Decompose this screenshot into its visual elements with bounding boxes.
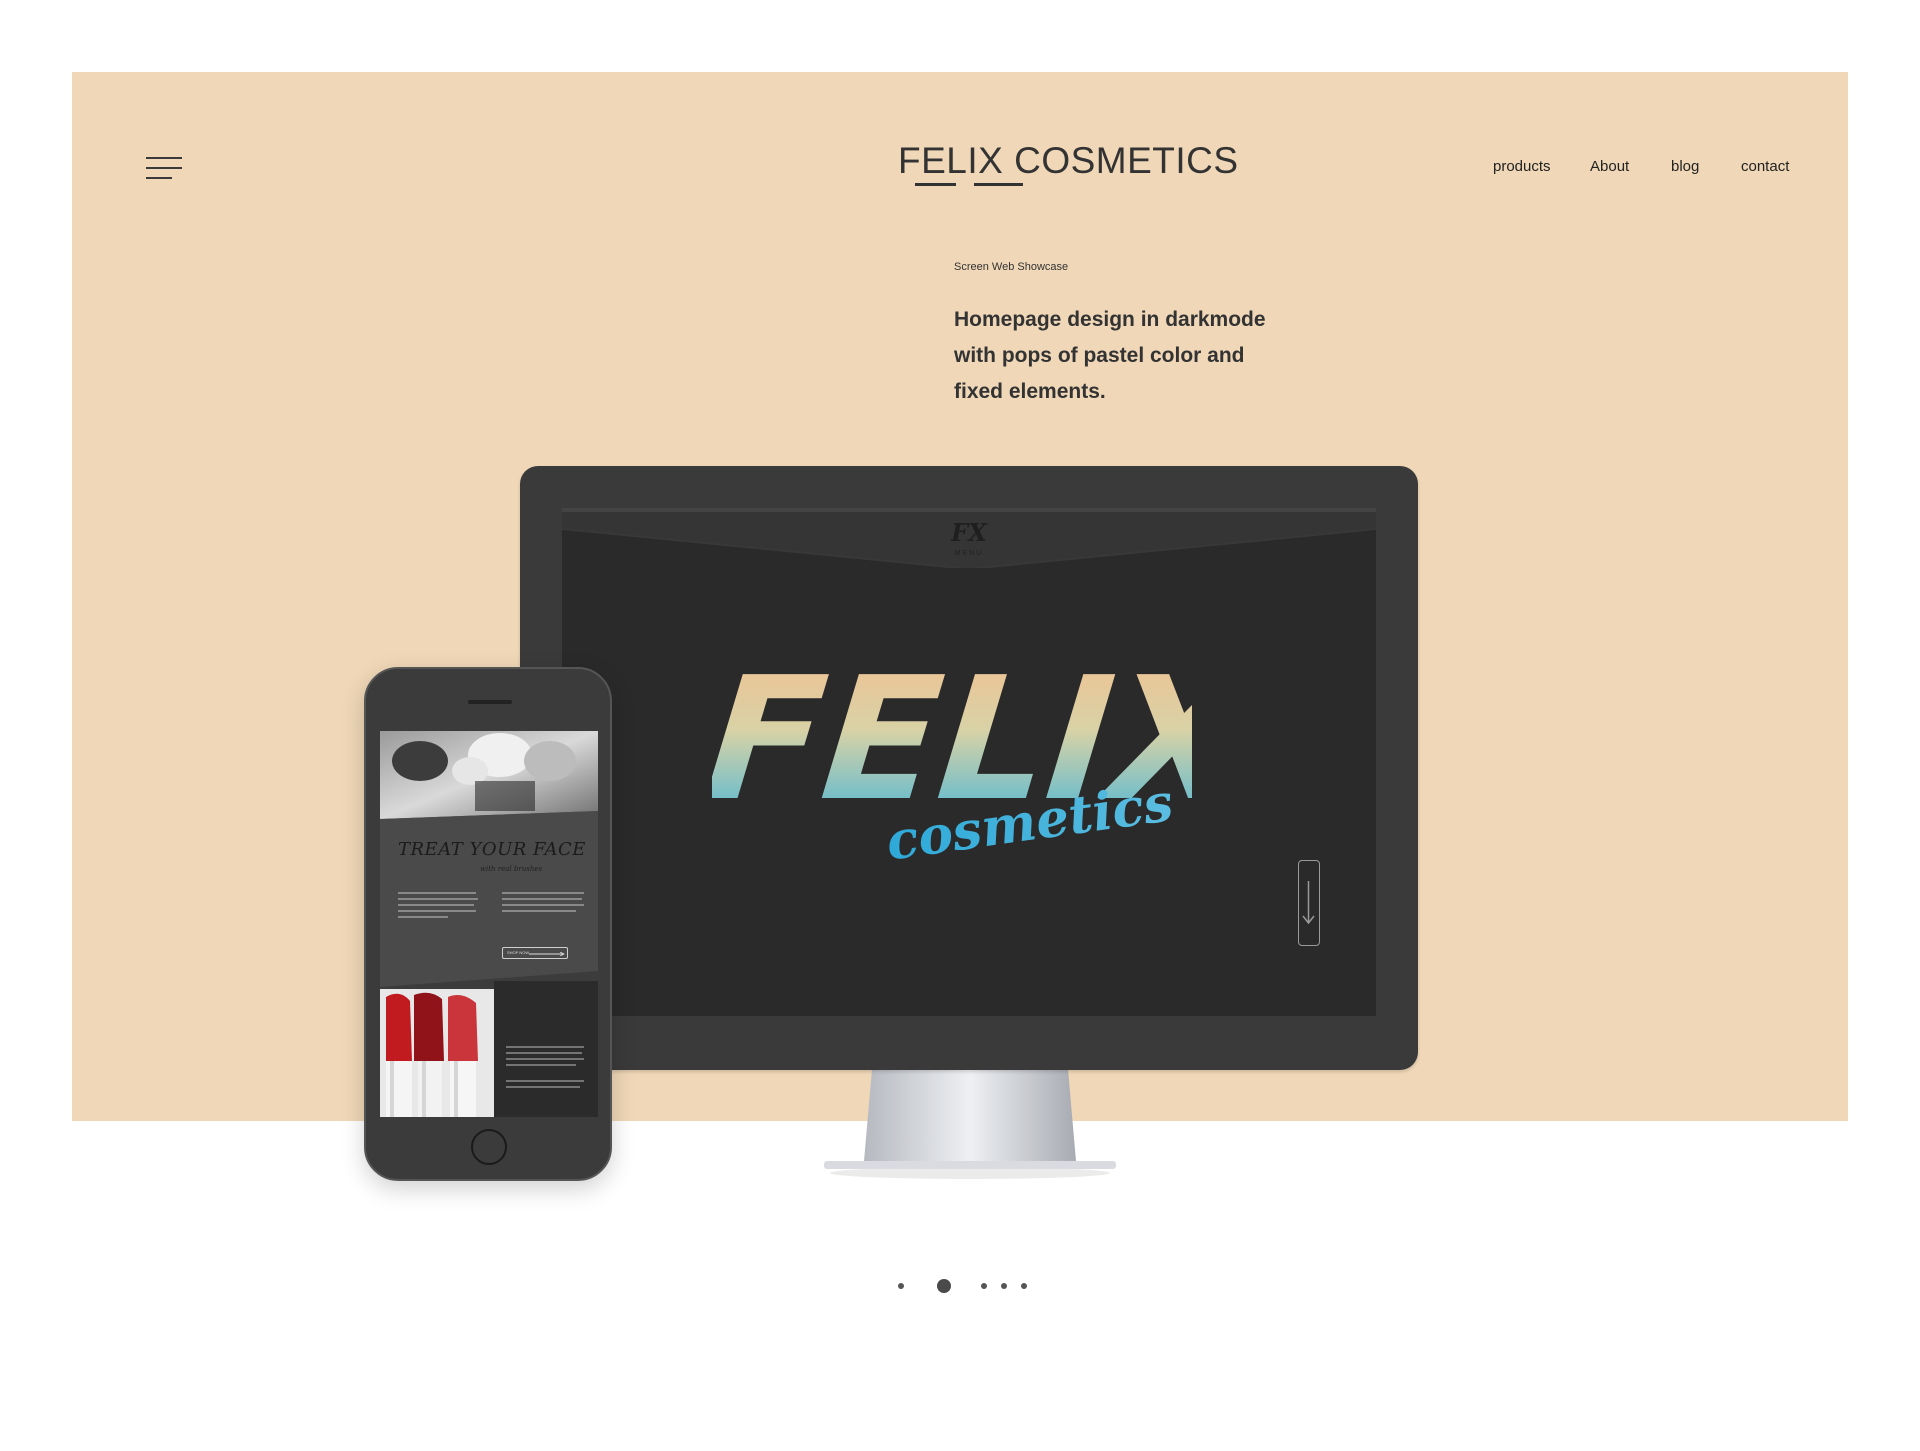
arrow-down-icon <box>1302 881 1315 925</box>
phone-body-text <box>398 892 584 918</box>
nav-blog[interactable]: blog <box>1671 158 1699 175</box>
brushes-image <box>380 731 598 819</box>
lipstick-image <box>380 989 494 1117</box>
pagination-dot-5[interactable] <box>1021 1283 1027 1289</box>
pagination-dot-4[interactable] <box>1001 1283 1007 1289</box>
phone-speaker <box>468 700 512 704</box>
fx-monogram-icon[interactable]: FX <box>934 518 1004 547</box>
arrow-right-icon <box>529 952 565 956</box>
phone-heading: TREAT YOUR FACE <box>398 839 586 860</box>
monitor-screen: FX MENU FELIX cosmetics <box>562 508 1376 1016</box>
nav-products[interactable]: products <box>1493 158 1551 175</box>
phone-subheading: with real brushes <box>480 865 543 873</box>
hamburger-menu-icon[interactable] <box>146 157 182 179</box>
pagination-dot-1[interactable] <box>898 1283 904 1289</box>
scroll-down-indicator[interactable] <box>1298 860 1320 946</box>
brand-underline-left <box>915 183 956 186</box>
nav-about[interactable]: About <box>1590 158 1629 175</box>
monitor-stand <box>824 1069 1116 1179</box>
headline-line-3: fixed elements. <box>954 380 1106 403</box>
shop-now-button[interactable]: SHOP NOW <box>502 947 568 959</box>
headline: Homepage design in darkmode with pops of… <box>954 302 1294 410</box>
headline-line-1: Homepage design in darkmode <box>954 308 1266 331</box>
menu-label[interactable]: MENU <box>934 550 1004 557</box>
headline-line-2: with pops of pastel color and <box>954 344 1245 367</box>
nav-contact[interactable]: contact <box>1741 158 1789 175</box>
pagination-dot-3[interactable] <box>981 1283 987 1289</box>
pagination-dots <box>0 1276 1920 1296</box>
shop-now-label: SHOP NOW <box>507 950 530 955</box>
eyebrow-label: Screen Web Showcase <box>954 261 1069 273</box>
home-button[interactable] <box>471 1129 507 1165</box>
brand-underline-right <box>974 183 1023 186</box>
felix-logo: FELIX cosmetics <box>712 641 1192 872</box>
phone-lipstick-text <box>494 981 598 1117</box>
desktop-monitor: FX MENU FELIX cosmetics <box>520 466 1418 1070</box>
pagination-dot-2-active[interactable] <box>937 1279 951 1293</box>
mobile-phone: TREAT YOUR FACE with real brushes SHOP N… <box>364 667 612 1181</box>
brand-logo[interactable]: FELIX COSMETICS <box>898 140 1238 182</box>
phone-screen: TREAT YOUR FACE with real brushes SHOP N… <box>380 731 598 1117</box>
